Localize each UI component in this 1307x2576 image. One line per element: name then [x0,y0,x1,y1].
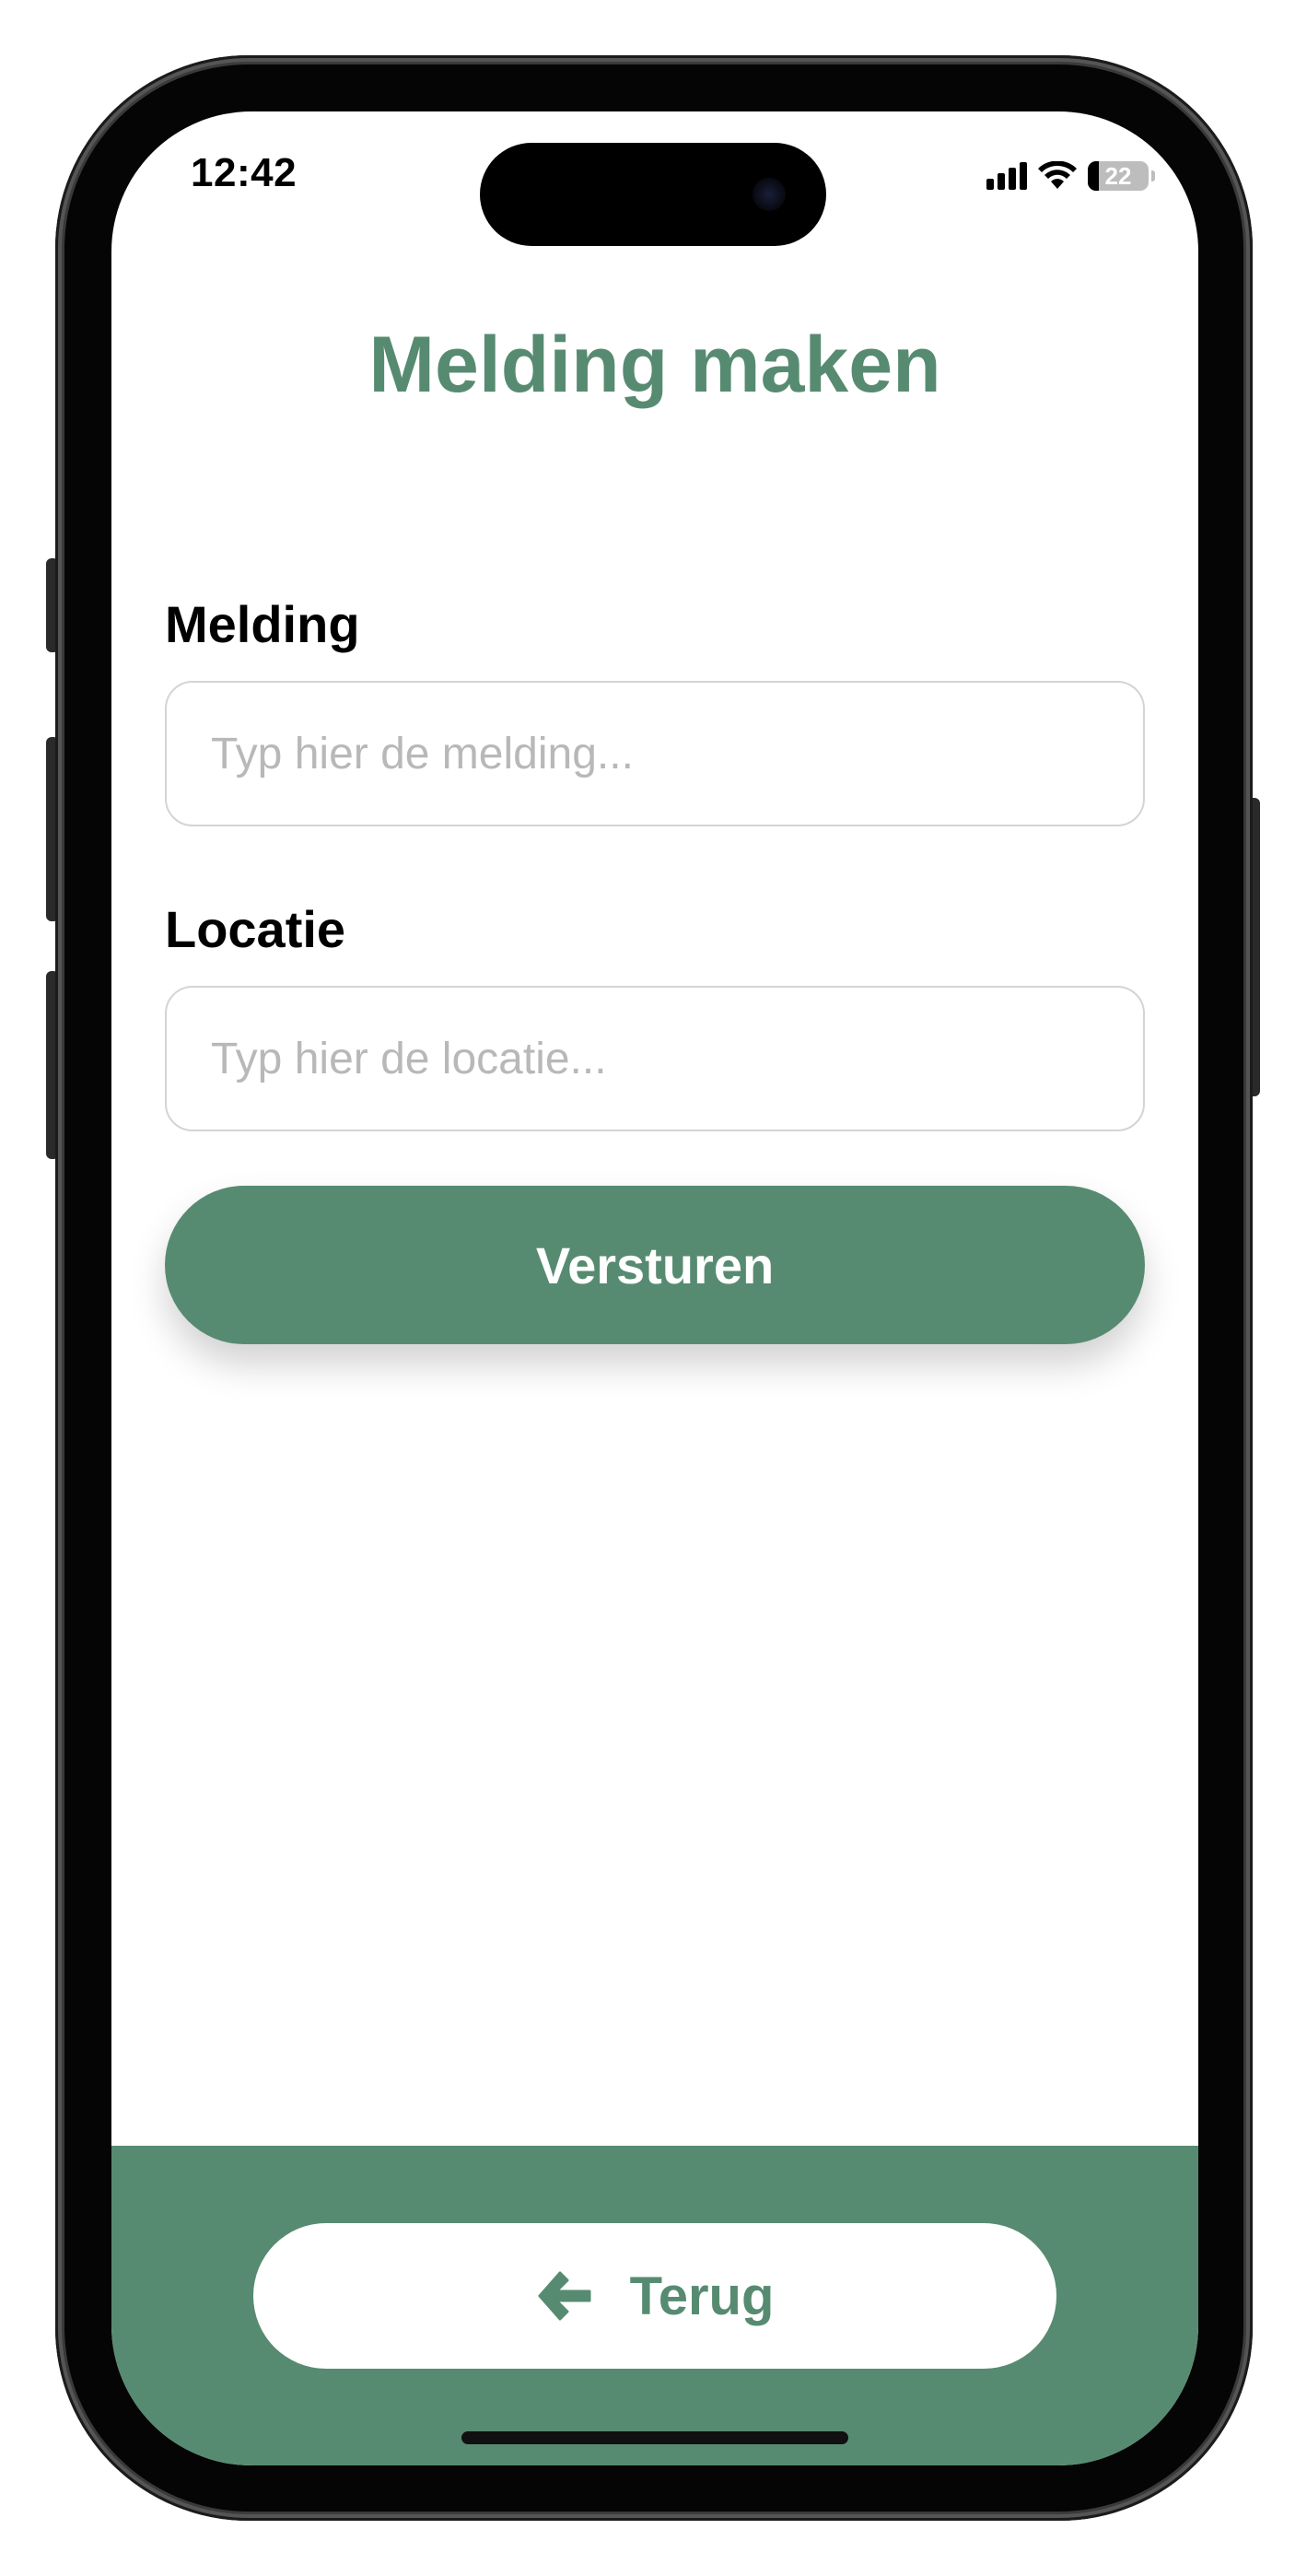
app-screen: 12:42 22 Melding maken Melding Typ hier … [111,111,1198,2465]
arrow-left-icon [536,2269,593,2323]
status-time: 12:42 [191,150,298,195]
back-button[interactable]: Terug [253,2223,1056,2369]
page-title: Melding maken [368,321,941,409]
battery-icon: 22 [1088,161,1155,191]
locatie-input[interactable] [165,986,1145,1131]
home-indicator[interactable] [461,2431,848,2444]
signal-icon [986,162,1027,190]
bottom-bar: Terug [111,2146,1198,2465]
melding-input[interactable] [165,681,1145,826]
battery-level: 22 [1104,161,1132,190]
battery-tip [1151,170,1155,181]
dynamic-island [480,143,826,246]
back-label: Terug [629,2266,775,2326]
camera-icon [753,178,786,211]
device-mockup: 12:42 22 Melding maken Melding Typ hier … [0,0,1307,2576]
melding-label: Melding [165,595,360,653]
wifi-icon [1038,161,1077,191]
status-indicators: 22 [986,158,1155,194]
battery-fill [1088,161,1099,191]
submit-button[interactable]: Versturen [165,1186,1145,1344]
locatie-label: Locatie [165,900,346,958]
